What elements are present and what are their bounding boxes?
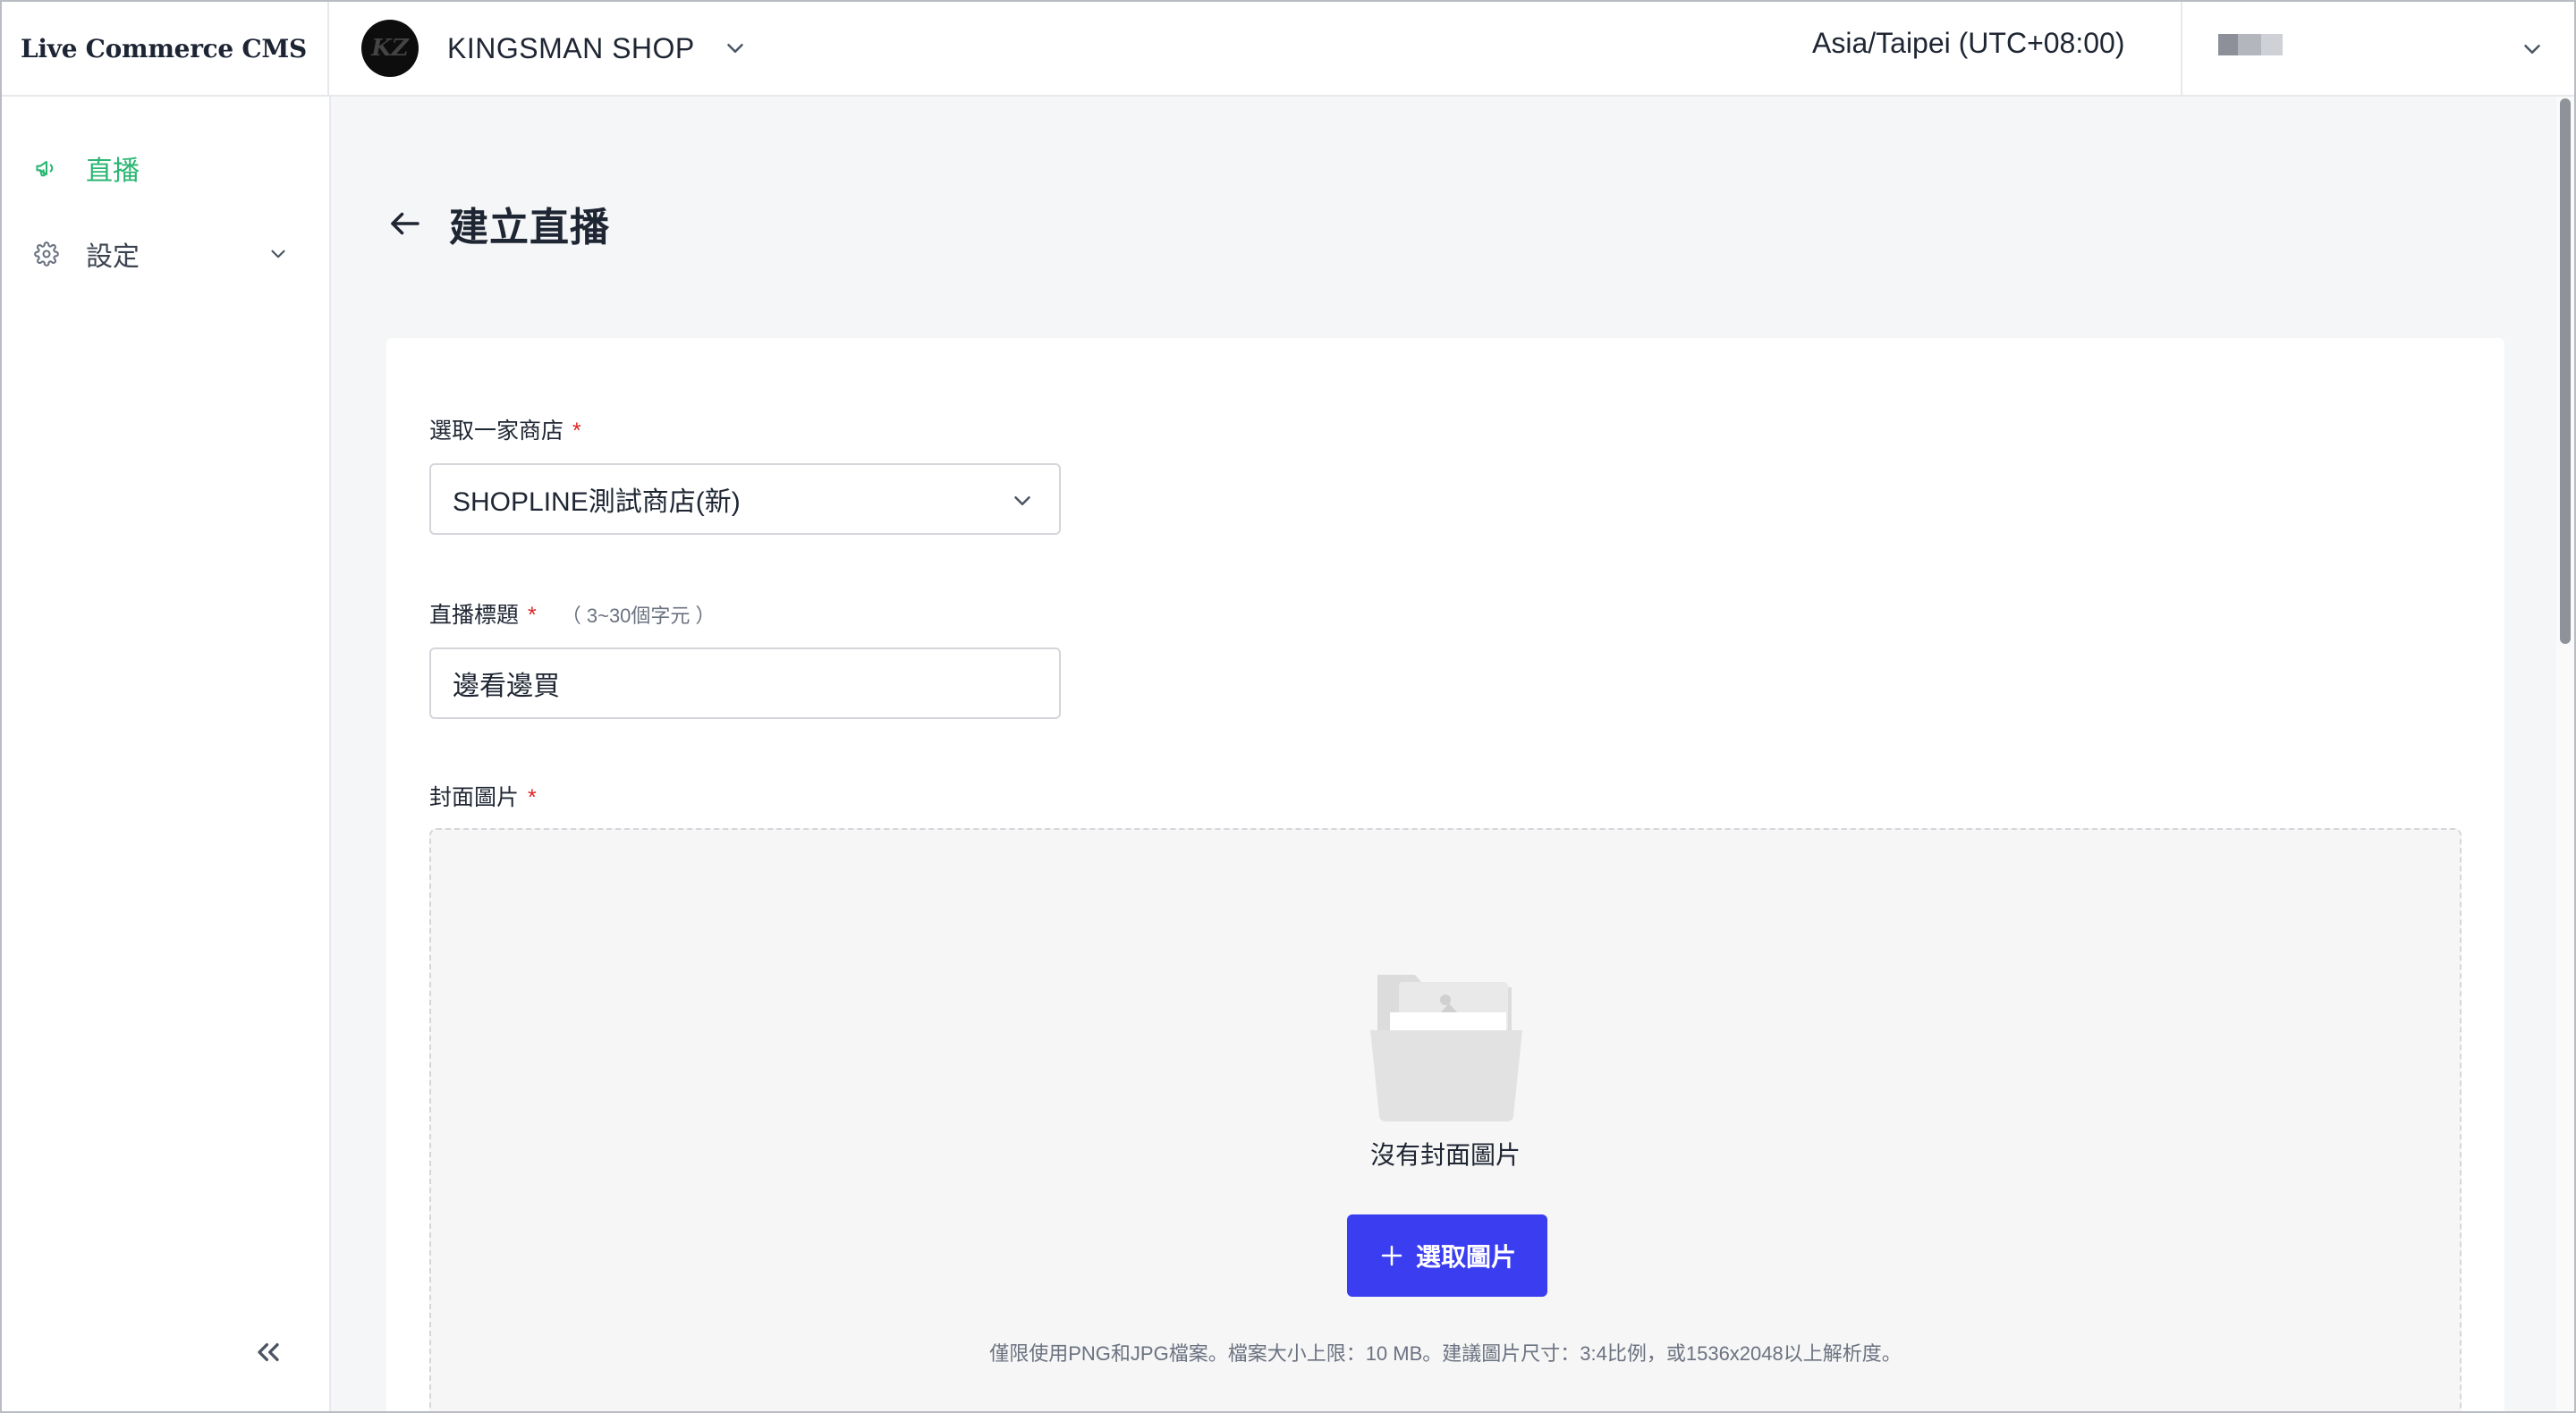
scrollbar-thumb[interactable] bbox=[2560, 98, 2571, 644]
chevron-down-icon bbox=[1014, 496, 1030, 505]
timezone-label: Asia/Taipei (UTC+08:00) bbox=[1812, 27, 2125, 59]
required-mark: * bbox=[528, 603, 537, 628]
top-bar: Live Commerce CMS KZ KINGSMAN SHOP Asia/… bbox=[0, 0, 2576, 97]
empty-folder-icon bbox=[1370, 975, 1522, 1121]
select-image-label: 選取圖片 bbox=[1415, 1243, 1516, 1271]
shop-logo: KZ bbox=[361, 20, 419, 77]
store-select-value: SHOPLINE測試商店(新) bbox=[453, 487, 741, 517]
shop-switcher[interactable]: KZ KINGSMAN SHOP bbox=[361, 20, 749, 77]
no-cover-text: 沒有封面圖片 bbox=[1369, 1141, 1521, 1169]
store-select[interactable]: SHOPLINE測試商店(新) bbox=[429, 463, 1061, 535]
sidebar-item-label: 設定 bbox=[86, 242, 140, 272]
page-header: 建立直播 bbox=[386, 191, 610, 256]
sidebar-item-label: 直播 bbox=[86, 157, 140, 186]
back-arrow-icon[interactable] bbox=[386, 205, 424, 242]
chevron-down-icon bbox=[271, 250, 285, 258]
character-limit-hint: （ 3~30個字元 ） bbox=[561, 605, 716, 627]
plus-icon bbox=[1381, 1245, 1402, 1266]
cover-image-dropzone[interactable]: 沒有封面圖片 選取圖片 僅限使用PNG和JPG檔案。檔案大小上限：10 MB。建… bbox=[429, 828, 2462, 1413]
app-title: Live Commerce CMS bbox=[0, 0, 329, 97]
gear-icon bbox=[34, 241, 59, 267]
live-title-field-label: 直播標題 * （ 3~30個字元 ） bbox=[429, 597, 716, 630]
collapse-sidebar-icon[interactable] bbox=[250, 1334, 286, 1370]
required-mark: * bbox=[528, 785, 537, 810]
live-title-input[interactable] bbox=[429, 647, 1061, 719]
shop-name: KINGSMAN SHOP bbox=[447, 31, 695, 64]
page-title: 建立直播 bbox=[449, 206, 610, 250]
required-mark: * bbox=[572, 419, 581, 444]
cover-image-field-label: 封面圖片 * bbox=[429, 785, 537, 810]
chevron-down-icon bbox=[2524, 45, 2540, 54]
store-field-label: 選取一家商店 * bbox=[429, 419, 581, 444]
create-live-form: 選取一家商店 * SHOPLINE測試商店(新) 直播標題 * （ 3~30個字元 ）… bbox=[386, 338, 2504, 1413]
sidebar-item-settings[interactable]: 設定 bbox=[0, 225, 329, 283]
user-name-redacted bbox=[2218, 34, 2290, 55]
user-menu[interactable] bbox=[2181, 0, 2576, 97]
select-image-button[interactable]: 選取圖片 bbox=[1347, 1214, 1547, 1297]
sidebar: 直播 設定 bbox=[0, 97, 331, 1413]
sidebar-item-live[interactable]: 直播 bbox=[0, 140, 329, 197]
chevron-down-icon bbox=[727, 44, 743, 53]
megaphone-icon bbox=[36, 160, 54, 177]
upload-requirements-note: 僅限使用PNG和JPG檔案。檔案大小上限：10 MB。建議圖片尺寸：3:4比例，… bbox=[989, 1342, 1902, 1365]
